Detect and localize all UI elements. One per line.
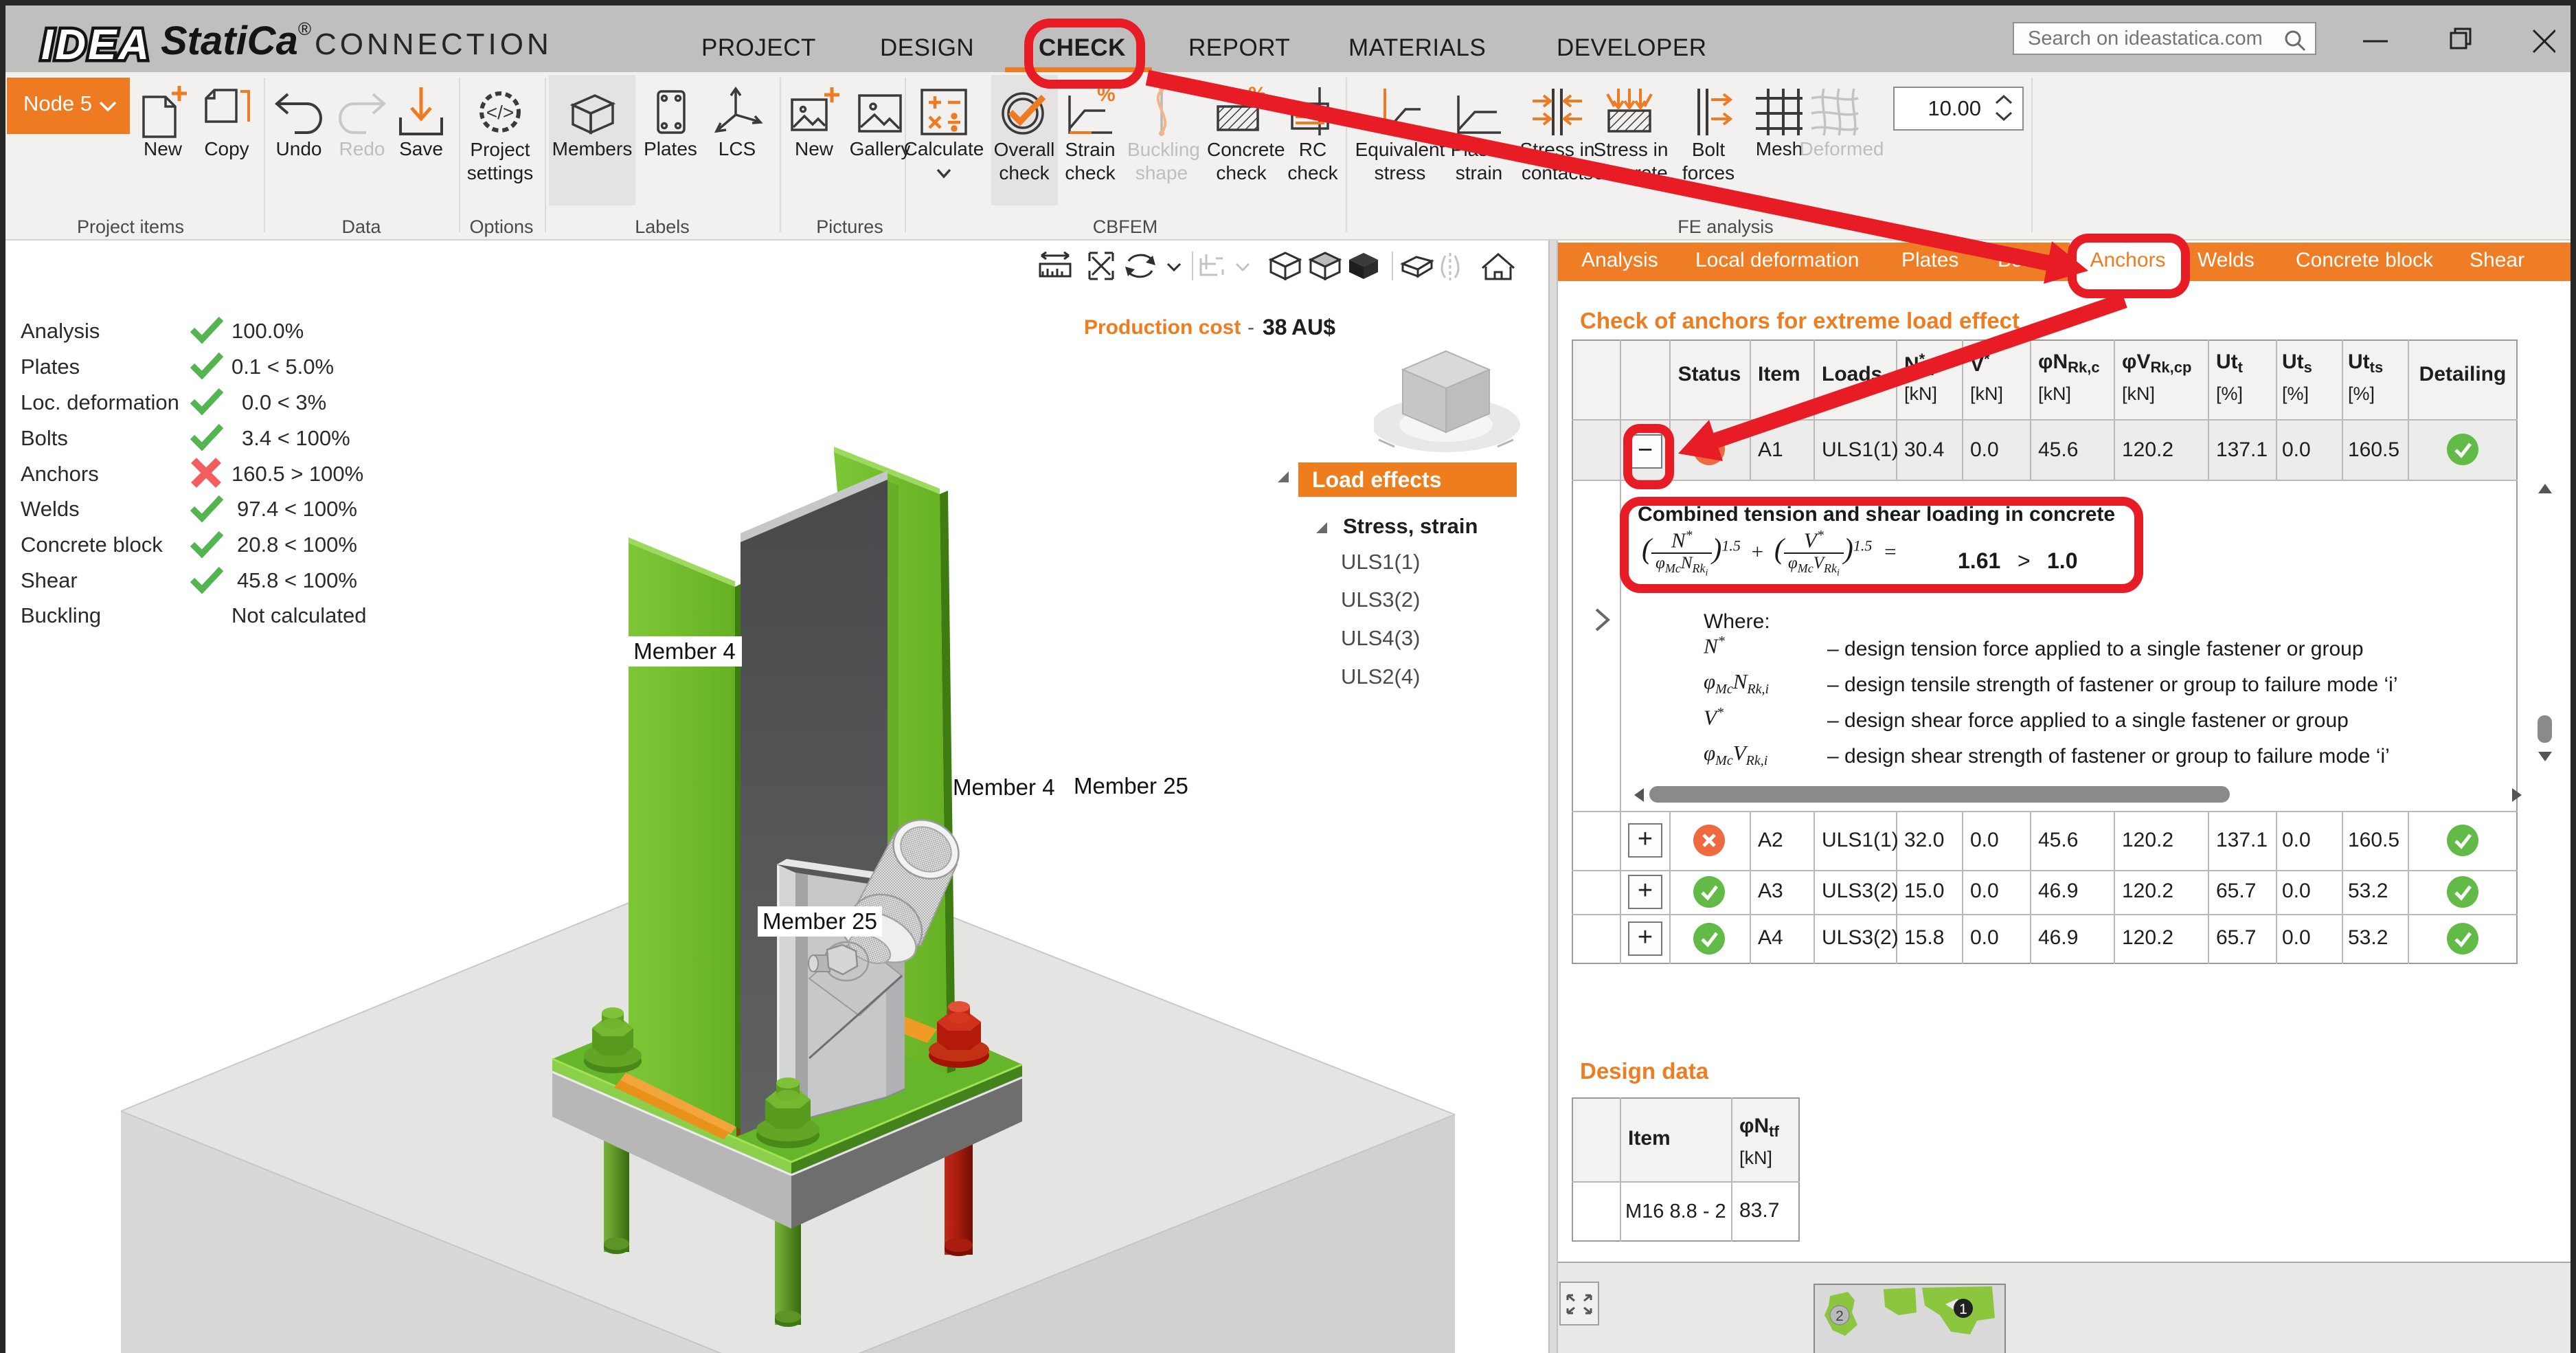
svg-text:2: 2 — [1835, 1308, 1844, 1324]
svg-text:1: 1 — [1959, 1301, 1967, 1317]
svg-text:%: % — [1248, 83, 1267, 106]
svg-text:</>: </> — [486, 102, 514, 123]
